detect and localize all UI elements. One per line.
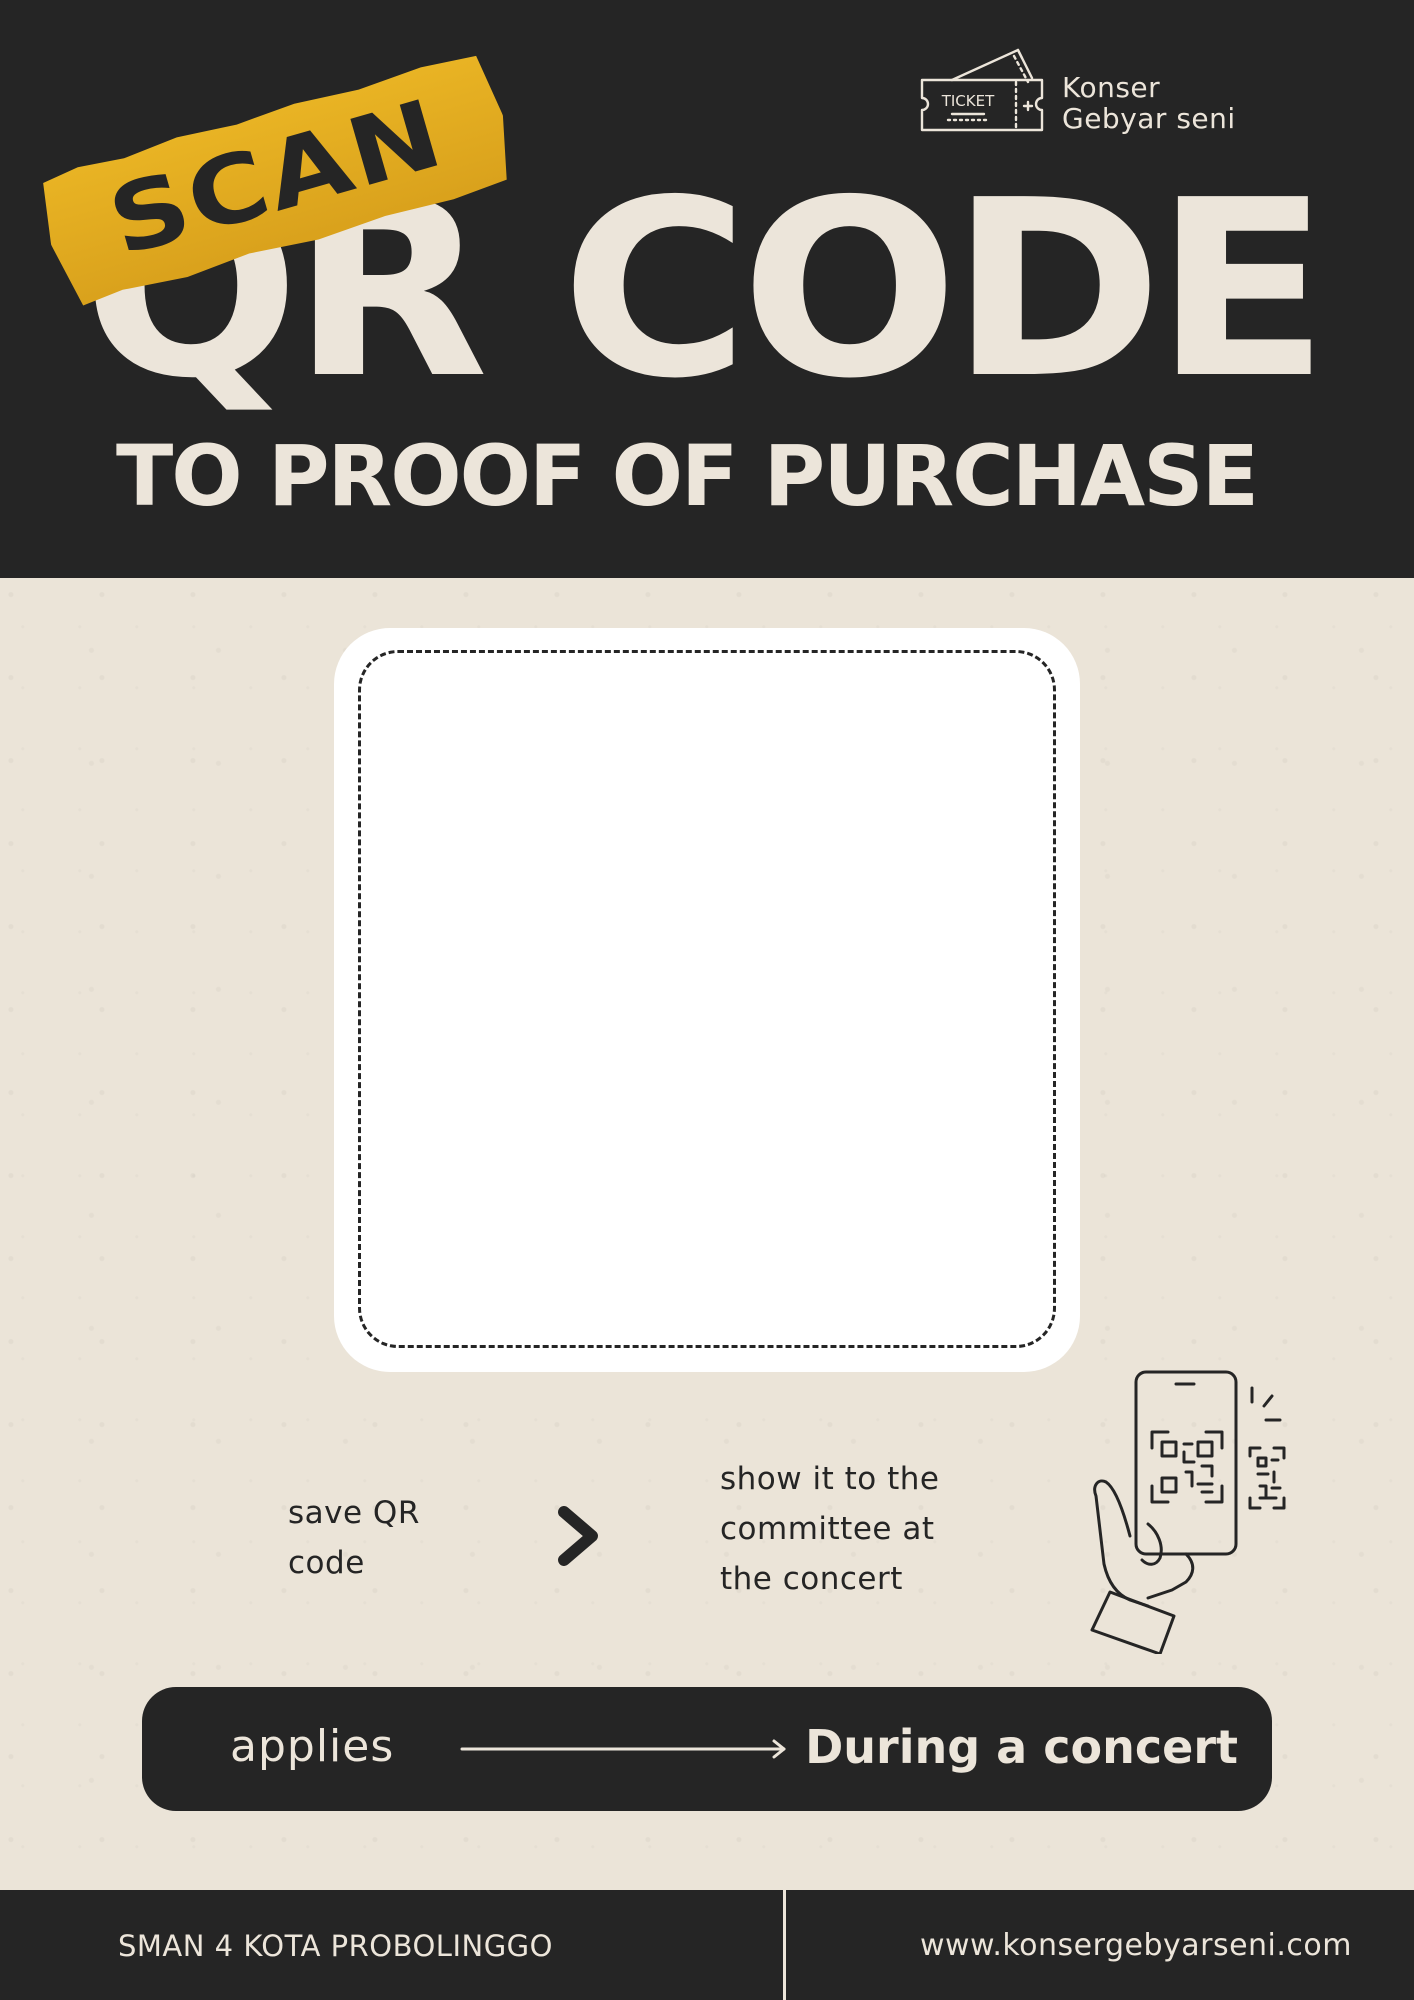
brand: TICKET Konser Gebyar seni: [918, 44, 1278, 144]
step-2-line-2: committee at: [720, 1511, 935, 1547]
step-2-line-3: the concert: [720, 1561, 903, 1597]
step-save-qr: save QR code: [288, 1488, 488, 1588]
brand-name-line1: Konser: [1062, 71, 1161, 104]
page-subtitle: TO PROOF OF PURCHASE: [116, 427, 1259, 525]
footer: SMAN 4 KOTA PROBOLINGGO www.konsergebyar…: [0, 1890, 1414, 2000]
brand-name: Konser Gebyar seni: [1062, 72, 1236, 134]
footer-website-link[interactable]: www.konsergebyarseni.com: [920, 1926, 1352, 1966]
brand-name-line2: Gebyar seni: [1062, 102, 1236, 135]
ticket-label: TICKET: [941, 92, 995, 110]
step-1-line-1: save QR: [288, 1495, 420, 1531]
long-arrow-right-icon: [460, 1739, 786, 1759]
poster: { "brand": { "ticket_label": "TICKET", "…: [0, 0, 1414, 2000]
footer-divider: [783, 1890, 786, 2000]
ticket-icon: TICKET: [920, 48, 1044, 132]
chevron-right-icon: [558, 1506, 598, 1566]
qr-code-placeholder: [358, 650, 1056, 1348]
header: TICKET Konser Gebyar seni QR CODE SCAN T…: [0, 0, 1414, 578]
applies-value: During a concert: [805, 1720, 1238, 1774]
applies-banner: applies During a concert: [142, 1687, 1272, 1811]
qr-code-card: [334, 628, 1080, 1372]
footer-school: SMAN 4 KOTA PROBOLINGGO: [118, 1929, 553, 1963]
applies-label: applies: [230, 1721, 395, 1772]
step-show-committee: show it to the committee at the concert: [720, 1454, 1020, 1604]
step-2-line-1: show it to the: [720, 1461, 940, 1497]
hand-holding-phone-qr-icon: [1090, 1370, 1286, 1654]
step-1-line-2: code: [288, 1545, 365, 1581]
